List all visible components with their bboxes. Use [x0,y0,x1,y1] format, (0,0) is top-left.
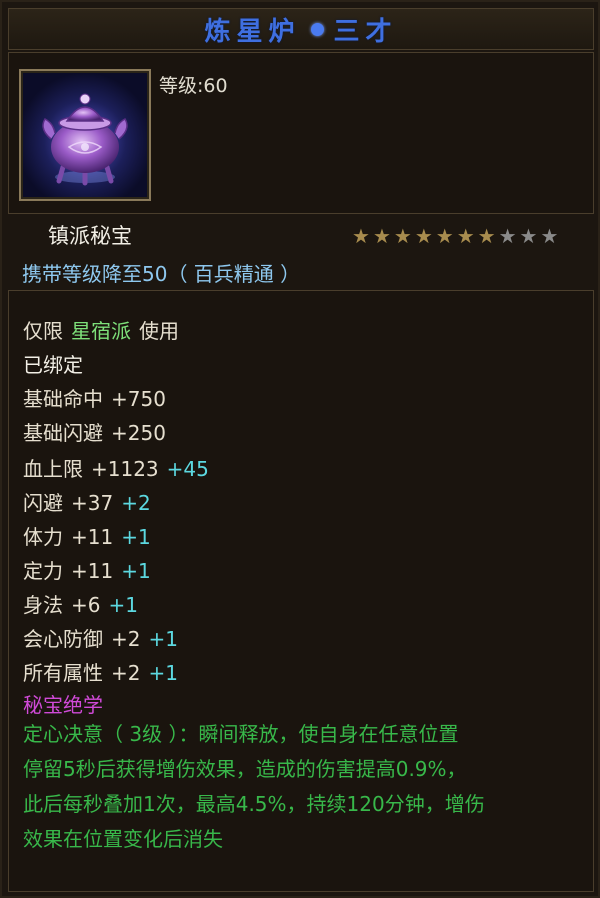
stat-name: 血上限 [23,457,83,481]
treasure-info: 镇派秘宝 ★ ★ ★ ★ ★ ★ ★ ★ ★ ★ 携带等级降至50（ 百兵精通 ） [8,214,592,286]
stat-name: 所有属性 [23,661,103,685]
item-level: 等级:60 [159,75,228,97]
stat-bonus: +1 [121,559,151,583]
base-stat-name: 基础命中 [23,387,103,411]
carry-level-text: 携带等级降至50（ 百兵精通 ） [22,262,301,286]
star-filled-icon: ★ [393,224,412,248]
stat-bonus: +1 [108,593,138,617]
stat-bonus: +45 [166,457,209,481]
star-filled-icon: ★ [477,224,496,248]
stat-value: +11 [71,559,114,583]
stat-row: 身法 +6 +1 [23,589,138,618]
base-stat-name: 基础闪避 [23,421,103,445]
item-tooltip: 炼星炉 三才 等级:60 镇派秘宝 ★ ★ ★ ★ ★ ★ ★ ★ ★ ★ 携带… [0,0,600,898]
skill-line: 效果在位置变化后消失 [23,827,223,851]
item-name: 炼星炉 [204,16,301,47]
restriction-suffix: 使用 [139,319,179,343]
star-empty-icon: ★ [498,224,517,248]
item-quality: 三才 [333,16,398,47]
purple-censer-icon [23,73,147,197]
skill-line: 定心决意（ 3级 ）：瞬间释放，使自身在任意位置 [23,722,459,746]
skill-line: 此后每秒叠加1次，最高4.5%，持续120分钟，增伤 [23,792,485,816]
stat-value: +2 [111,661,141,685]
star-empty-icon: ★ [519,224,538,248]
star-filled-icon: ★ [435,224,454,248]
treasure-type: 镇派秘宝 [48,224,132,248]
bound-status: 已绑定 [23,353,83,377]
stat-value: +11 [71,525,114,549]
stat-row: 体力 +11 +1 [23,521,151,550]
stat-name: 定力 [23,559,63,583]
stat-bonus: +1 [148,661,178,685]
sect-restriction: 仅限 星宿派 使用 [23,315,179,344]
skill-description: 定心决意（ 3级 ）：瞬间释放，使自身在任意位置 停留5秒后获得增伤效果，造成的… [23,717,583,857]
restriction-prefix: 仅限 [23,319,63,343]
stat-row: 会心防御 +2 +1 [23,623,178,652]
stat-value: +2 [111,627,141,651]
stat-bonus: +1 [148,627,178,651]
base-stat-value: +250 [111,421,166,445]
base-stat-row: 基础闪避 +250 [23,417,166,446]
stat-row: 定力 +11 +1 [23,555,151,584]
base-stat-value: +750 [111,387,166,411]
restriction-sect: 星宿派 [71,319,131,343]
skill-line: 停留5秒后获得增伤效果，造成的伤害提高0.9%， [23,757,467,781]
stat-bonus: +2 [121,491,151,515]
stat-name: 身法 [23,593,63,617]
stat-name: 闪避 [23,491,63,515]
star-rating: ★ ★ ★ ★ ★ ★ ★ ★ ★ ★ [352,226,558,246]
star-empty-icon: ★ [540,224,559,248]
item-details: 仅限 星宿派 使用 已绑定 基础命中 +750 基础闪避 +250 血上限 +1123 +4… [8,290,594,892]
stat-name: 会心防御 [23,627,103,651]
star-filled-icon: ★ [352,224,370,248]
star-filled-icon: ★ [372,224,391,248]
item-icon-slot[interactable] [19,69,151,201]
stat-row: 所有属性 +2 +1 [23,657,178,686]
star-filled-icon: ★ [414,224,433,248]
star-filled-icon: ★ [456,224,475,248]
stat-row: 血上限 +1123 +45 [23,453,209,482]
quality-dot-icon [310,22,324,36]
item-header: 等级:60 [8,52,594,214]
stat-row: 闪避 +37 +2 [23,487,151,516]
stat-value: +37 [71,491,114,515]
title-bar: 炼星炉 三才 [8,8,594,50]
base-stat-row: 基础命中 +750 [23,383,166,412]
stat-value: +6 [71,593,101,617]
skill-header: 秘宝绝学 [23,693,103,717]
stat-value: +1123 [91,457,159,481]
stat-bonus: +1 [121,525,151,549]
stat-name: 体力 [23,525,63,549]
